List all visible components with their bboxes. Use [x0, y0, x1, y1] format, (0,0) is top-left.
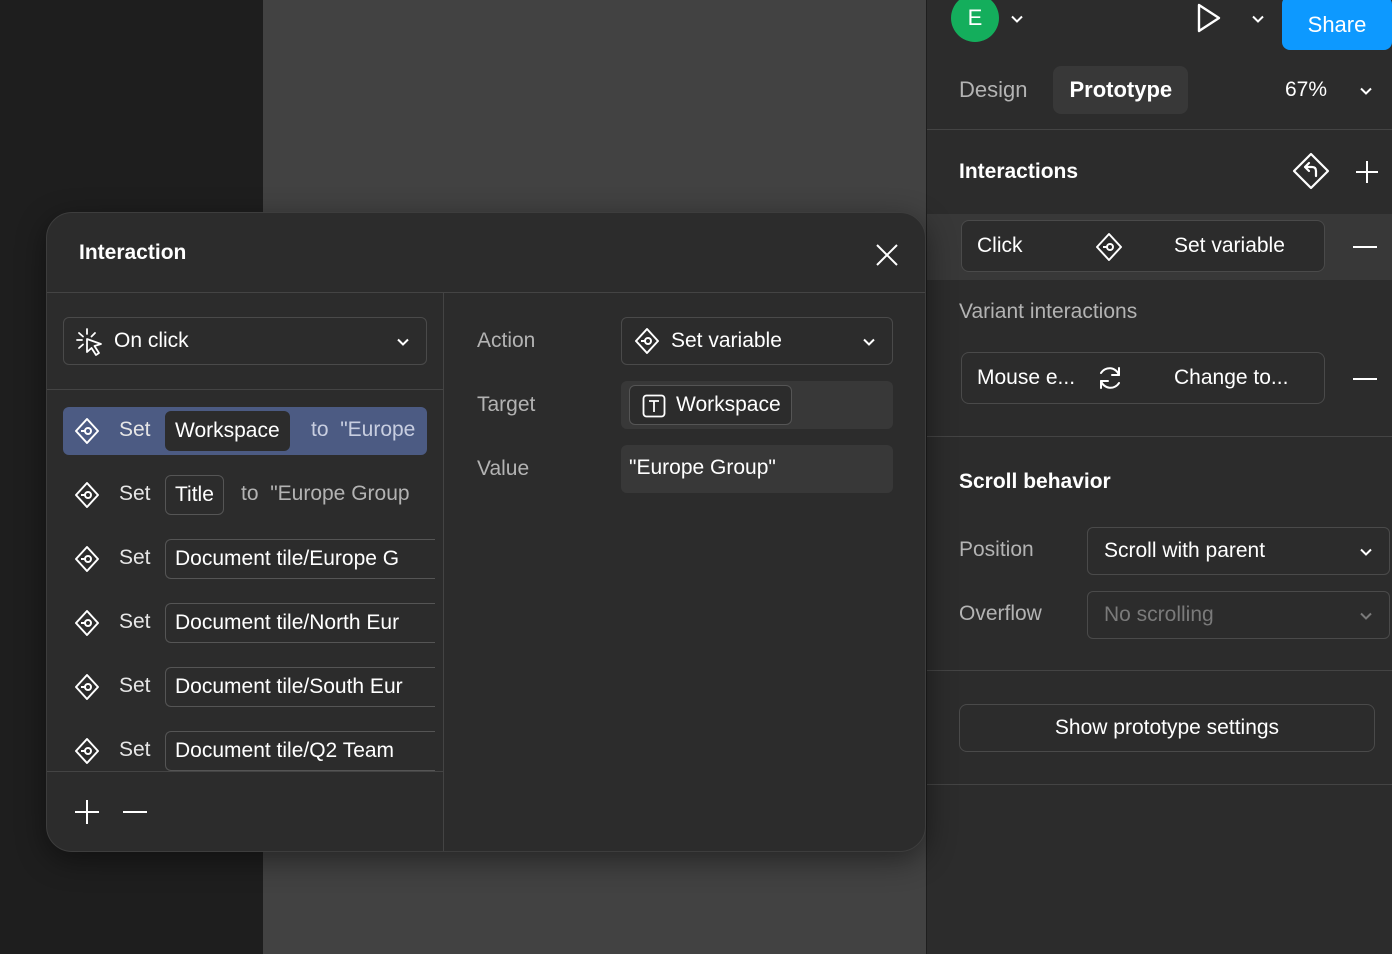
avatar[interactable]: E	[951, 0, 999, 42]
value-label: Value	[477, 457, 530, 480]
list-item[interactable]: Set Document tile/North Eur	[63, 599, 435, 647]
position-select[interactable]: Scroll with parent	[1087, 527, 1390, 575]
set-variable-icon	[75, 674, 99, 700]
position-label: Position	[959, 538, 1034, 561]
remove-icon[interactable]	[1353, 245, 1377, 249]
panel-tabs: Design Prototype	[943, 66, 1189, 114]
action-verb: Set	[119, 674, 151, 697]
variant-trigger: Mouse e...	[977, 366, 1076, 389]
chevron-down-icon[interactable]	[1359, 84, 1373, 98]
target-label: Target	[477, 393, 536, 416]
trigger-value: On click	[114, 329, 189, 352]
remove-icon[interactable]	[120, 797, 150, 827]
chevron-down-icon[interactable]	[1251, 12, 1265, 26]
set-variable-icon	[75, 546, 99, 572]
variant-action: Change to...	[1174, 366, 1289, 389]
to-keyword: to	[311, 418, 329, 441]
overflow-select[interactable]: No scrolling	[1087, 591, 1390, 639]
variant-interactions-label: Variant interactions	[959, 300, 1138, 323]
action-verb: Set	[119, 482, 151, 505]
divider	[47, 771, 443, 772]
variable-chip[interactable]: Title	[165, 475, 224, 515]
action-verb: Set	[119, 738, 151, 761]
interaction-row[interactable]: Click Set variable	[927, 214, 1392, 280]
chevron-down-icon[interactable]	[1010, 12, 1024, 26]
text-variable-icon	[642, 394, 666, 418]
variable-chip[interactable]: Document tile/South Eur	[165, 667, 435, 707]
tab-prototype[interactable]: Prototype	[1053, 66, 1189, 114]
remove-icon[interactable]	[1353, 377, 1377, 381]
show-prototype-settings-button[interactable]: Show prototype settings	[959, 704, 1375, 752]
action-list: Set Workspace to "Europe Set Title to "E…	[47, 391, 443, 771]
set-variable-icon	[75, 610, 99, 636]
trigger-select[interactable]: On click	[63, 317, 427, 365]
divider	[927, 670, 1392, 671]
overflow-value: No scrolling	[1104, 603, 1214, 626]
variable-chip[interactable]: Document tile/Europe G	[165, 539, 435, 579]
divider	[47, 292, 925, 293]
list-item[interactable]: Set Document tile/Q2 Team	[63, 727, 435, 771]
list-item[interactable]: Set Title to "Europe Group	[63, 471, 427, 519]
play-icon[interactable]	[1193, 2, 1223, 34]
refresh-icon	[1100, 367, 1120, 389]
set-variable-icon	[1096, 233, 1122, 261]
set-variable-icon	[635, 328, 659, 354]
to-keyword: to	[241, 482, 259, 505]
chevron-down-icon	[863, 338, 875, 346]
chevron-down-icon	[397, 338, 409, 346]
target-chip[interactable]: Workspace	[629, 385, 792, 425]
variable-chip[interactable]: Workspace	[165, 411, 290, 451]
list-item[interactable]: Set Workspace to "Europe	[63, 407, 427, 455]
properties-panel: E Share Design Prototype 67% Interaction…	[926, 0, 1392, 954]
zoom-level[interactable]: 67%	[1285, 78, 1327, 102]
share-button[interactable]: Share	[1282, 0, 1392, 50]
interactions-title: Interactions	[959, 160, 1079, 183]
list-item[interactable]: Set Document tile/Europe G	[63, 535, 435, 583]
add-icon[interactable]	[72, 797, 102, 827]
add-icon[interactable]	[1355, 160, 1379, 184]
divider	[927, 129, 1392, 130]
value-input[interactable]: "Europe Group"	[621, 445, 893, 493]
action-to: to "Europe Group	[241, 482, 410, 506]
divider	[927, 784, 1392, 785]
interaction-pill[interactable]: Click Set variable	[961, 220, 1325, 272]
chevron-down-icon	[1360, 548, 1372, 556]
divider	[443, 292, 444, 851]
position-value: Scroll with parent	[1104, 539, 1266, 562]
scroll-behavior-title: Scroll behavior	[959, 470, 1111, 493]
action-label: Action	[477, 329, 536, 352]
modal-title: Interaction	[79, 241, 187, 264]
overflow-label: Overflow	[959, 602, 1042, 625]
divider	[927, 436, 1392, 437]
target-field[interactable]: Workspace	[621, 381, 893, 429]
interaction-action: Set variable	[1174, 234, 1285, 257]
interaction-trigger: Click	[977, 234, 1023, 257]
divider	[47, 389, 443, 390]
action-to: to "Europe	[311, 418, 415, 442]
close-icon[interactable]	[869, 237, 905, 273]
click-icon	[76, 328, 102, 356]
variable-chip[interactable]: Document tile/Q2 Team	[165, 731, 435, 771]
action-value: "Europe	[340, 418, 416, 441]
chevron-down-icon	[1360, 612, 1372, 620]
action-value: Set variable	[671, 329, 782, 352]
action-verb: Set	[119, 610, 151, 633]
action-select[interactable]: Set variable	[621, 317, 893, 365]
action-value: "Europe Group	[270, 482, 410, 505]
variant-interaction-pill[interactable]: Mouse e... Change to...	[961, 352, 1325, 404]
target-value: Workspace	[676, 393, 781, 416]
action-verb: Set	[119, 546, 151, 569]
set-variable-icon	[75, 738, 99, 764]
tab-design[interactable]: Design	[943, 66, 1043, 114]
interaction-modal: Interaction On click Set Workspace to "E…	[46, 212, 926, 852]
flow-icon[interactable]	[1291, 151, 1331, 191]
action-verb: Set	[119, 418, 151, 441]
list-item[interactable]: Set Document tile/South Eur	[63, 663, 435, 711]
variable-chip[interactable]: Document tile/North Eur	[165, 603, 435, 643]
value-text: "Europe Group"	[629, 456, 776, 479]
set-variable-icon	[75, 482, 99, 508]
set-variable-icon	[75, 418, 99, 444]
